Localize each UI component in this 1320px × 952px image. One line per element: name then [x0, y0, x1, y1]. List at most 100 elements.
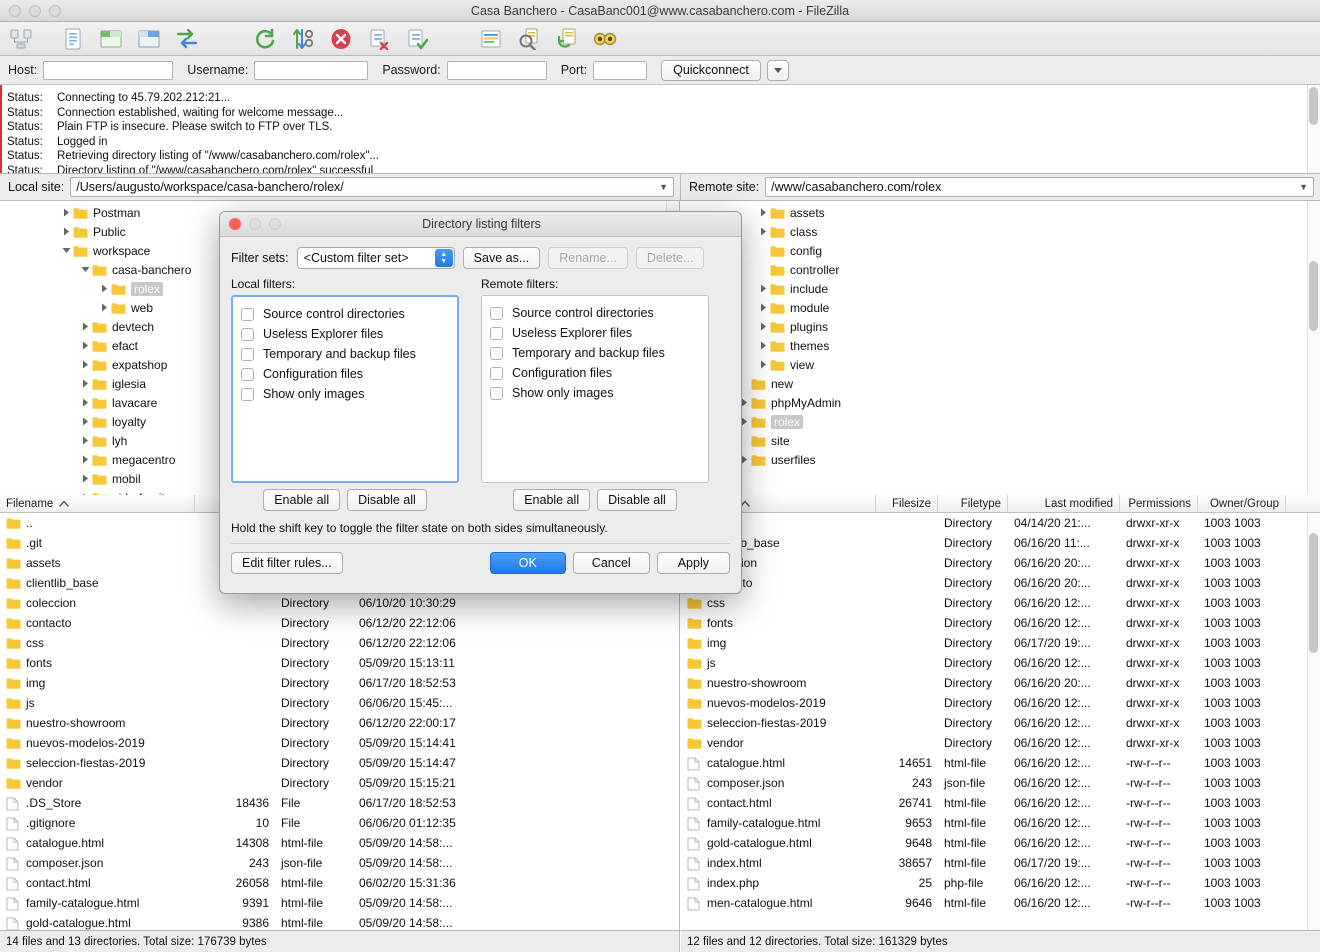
remote-tree-toggle-icon[interactable] — [136, 26, 162, 52]
remote-list-scrollbar[interactable] — [1307, 513, 1320, 930]
table-row[interactable]: js Directory 06/16/20 12:... drwxr-xr-x 1003… — [681, 653, 1320, 673]
quickconnect-history-dropdown[interactable] — [766, 59, 789, 81]
checkbox-unchecked-icon[interactable] — [241, 307, 254, 321]
save-as-button[interactable]: Save as... — [462, 247, 541, 269]
table-row[interactable]: contact.html 26058 html-file 06/02/20 15:31… — [0, 873, 679, 893]
table-row[interactable]: fonts Directory 05/09/20 15:13:11 — [0, 653, 679, 673]
table-row[interactable]: nuevos-modelos-2019 Directory 05/09/20 15:… — [0, 733, 679, 753]
remote-list-scrollbar-thumb[interactable] — [1309, 533, 1318, 653]
column-header-permissions[interactable]: Permissions — [1120, 495, 1198, 513]
tree-item[interactable]: config — [681, 241, 1320, 260]
checkbox-unchecked-icon[interactable] — [490, 386, 503, 400]
remote-filter-item[interactable]: Temporary and backup files — [488, 343, 702, 363]
table-row[interactable]: assetsDirectory04/14/20 21:...drwxr-xr-x… — [681, 513, 1320, 533]
tree-item[interactable]: assets — [681, 203, 1320, 222]
chevron-right-icon[interactable] — [98, 282, 111, 295]
remote-tree-scrollbar[interactable] — [1307, 201, 1320, 495]
chevron-right-icon[interactable] — [79, 339, 92, 352]
disconnect-icon[interactable] — [366, 26, 392, 52]
tree-item[interactable]: controller — [681, 260, 1320, 279]
local-enable-all-button[interactable]: Enable all — [263, 489, 341, 511]
table-row[interactable]: contact.html 26741 html-file 06/16/20 12:..… — [681, 793, 1320, 813]
local-path-combo[interactable]: /Users/augusto/workspace/casa-banchero/r… — [70, 177, 674, 197]
checkbox-unchecked-icon[interactable] — [490, 306, 503, 320]
quickconnect-button[interactable]: Quickconnect — [661, 59, 761, 81]
table-row[interactable]: men-catalogue.html 9646 html-file 06/16/20 … — [681, 893, 1320, 913]
table-row[interactable]: js Directory 06/06/20 15:45:... — [0, 693, 679, 713]
remote-filter-item[interactable]: Source control directories — [488, 303, 702, 323]
table-row[interactable]: coleccionDirectory06/16/20 20:...drwxr-x… — [681, 553, 1320, 573]
directory-listing-filters-dialog[interactable]: Directory listing filters Filter sets: <… — [219, 211, 742, 594]
port-input[interactable] — [593, 60, 648, 80]
table-row[interactable]: seleccion-fiestas-2019 Directory 06/16/20 … — [681, 713, 1320, 733]
checkbox-unchecked-icon[interactable] — [241, 327, 254, 341]
table-row[interactable]: family-catalogue.html 9391 html-file 05/09/… — [0, 893, 679, 913]
column-header-filesize[interactable]: Filesize — [876, 495, 938, 513]
local-filter-item[interactable]: Useless Explorer files — [239, 324, 451, 344]
table-row[interactable]: vendor Directory 06/16/20 12:... drwxr-xr-x… — [681, 733, 1320, 753]
remote-filter-item[interactable]: Useless Explorer files — [488, 323, 702, 343]
table-row[interactable]: catalogue.html 14308 html-file 05/09/20 14:… — [0, 833, 679, 853]
table-row[interactable]: .gitignore 10 File 06/06/20 01:12:35 — [0, 813, 679, 833]
remote-directory-tree[interactable]: assets class config controller include module… — [681, 201, 1320, 495]
table-row[interactable]: css Directory 06/12/20 22:12:06 — [0, 633, 679, 653]
chevron-down-icon[interactable] — [79, 263, 92, 276]
tree-item[interactable]: themes — [681, 336, 1320, 355]
remote-filter-item[interactable]: Show only images — [488, 383, 702, 403]
compare-icon[interactable] — [516, 26, 542, 52]
log-scrollbar[interactable] — [1307, 85, 1320, 173]
password-input[interactable] — [446, 60, 547, 80]
remote-path-combo[interactable]: /www/casabanchero.com/rolex ▼ — [765, 177, 1314, 197]
local-filter-item[interactable]: Configuration files — [239, 364, 451, 384]
table-row[interactable]: nuestro-showroom Directory 06/16/20 20:...… — [681, 673, 1320, 693]
username-input[interactable] — [254, 60, 369, 80]
local-filters-list[interactable]: Source control directories Useless Explor… — [231, 295, 459, 483]
remote-list-header[interactable]: FilenameFilesizeFiletypeLast modifiedPer… — [681, 495, 1320, 513]
refresh-icon[interactable] — [252, 26, 278, 52]
table-row[interactable]: catalogue.html 14651 html-file 06/16/20 12:… — [681, 753, 1320, 773]
transfer-queue-icon[interactable] — [174, 26, 200, 52]
table-row[interactable]: gold-catalogue.html 9648 html-file 06/16/20… — [681, 833, 1320, 853]
chevron-right-icon[interactable] — [757, 358, 770, 371]
chevron-right-icon[interactable] — [60, 206, 73, 219]
column-header-owner-group[interactable]: Owner/Group — [1198, 495, 1286, 513]
edit-filter-rules-button[interactable]: Edit filter rules... — [231, 552, 343, 574]
local-disable-all-button[interactable]: Disable all — [347, 489, 427, 511]
apply-button[interactable]: Apply — [656, 552, 730, 574]
table-row[interactable]: img Directory 06/17/20 19:... drwxr-xr-x 100… — [681, 633, 1320, 653]
checkbox-unchecked-icon[interactable] — [490, 346, 503, 360]
chevron-right-icon[interactable] — [79, 320, 92, 333]
chevron-right-icon[interactable] — [757, 206, 770, 219]
tree-item[interactable]: include — [681, 279, 1320, 298]
checkbox-unchecked-icon[interactable] — [241, 367, 254, 381]
chevron-right-icon[interactable] — [757, 339, 770, 352]
stepper-icon[interactable]: ▲ ▼ — [434, 249, 453, 267]
search-icon[interactable] — [592, 26, 618, 52]
chevron-right-icon[interactable] — [79, 396, 92, 409]
tree-item[interactable]: rolex — [681, 412, 1320, 431]
table-row[interactable]: index.php 25 php-file 06/16/20 12:... -rw-r-… — [681, 873, 1320, 893]
process-queue-icon[interactable] — [290, 26, 316, 52]
sync-browse-icon[interactable] — [554, 26, 580, 52]
chevron-right-icon[interactable] — [757, 301, 770, 314]
column-header-filetype[interactable]: Filetype — [938, 495, 1008, 513]
chevron-right-icon[interactable] — [60, 225, 73, 238]
tree-item[interactable]: class — [681, 222, 1320, 241]
tree-item[interactable]: phpMyAdmin — [681, 393, 1320, 412]
remote-filter-item[interactable]: Configuration files — [488, 363, 702, 383]
chevron-right-icon[interactable] — [79, 434, 92, 447]
tree-item[interactable]: new — [681, 374, 1320, 393]
remote-enable-all-button[interactable]: Enable all — [513, 489, 591, 511]
table-row[interactable]: seleccion-fiestas-2019 Directory 05/09/20 … — [0, 753, 679, 773]
cancel-button[interactable]: Cancel — [572, 552, 650, 574]
column-header-filename[interactable]: Filename — [0, 495, 195, 513]
table-row[interactable]: contacto Directory 06/12/20 22:12:06 — [0, 613, 679, 633]
chevron-down-icon[interactable] — [60, 244, 73, 257]
filter-set-select[interactable]: <Custom filter set> ▲ ▼ — [296, 247, 455, 269]
table-row[interactable]: gold-catalogue.html 9386 html-file 05/09/20… — [0, 913, 679, 930]
chevron-right-icon[interactable] — [757, 282, 770, 295]
table-row[interactable]: contactoDirectory06/16/20 20:...drwxr-xr… — [681, 573, 1320, 593]
host-input[interactable] — [43, 60, 174, 80]
remote-filters-list[interactable]: Source control directories Useless Explor… — [481, 295, 709, 483]
remote-disable-all-button[interactable]: Disable all — [597, 489, 677, 511]
